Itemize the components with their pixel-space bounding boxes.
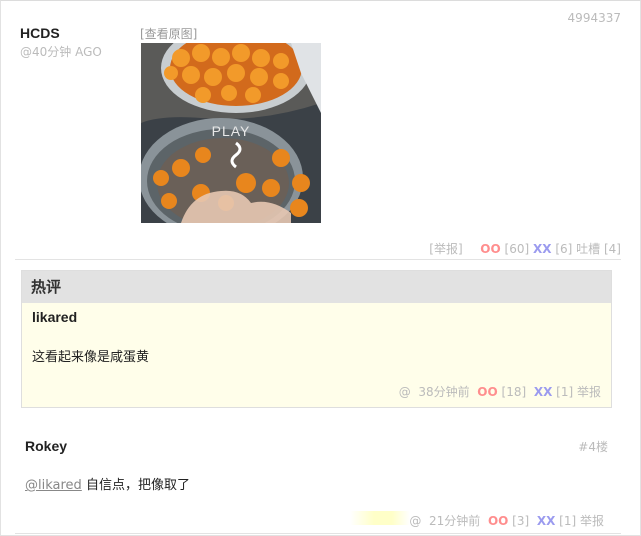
comment-user[interactable]: Rokey	[25, 438, 67, 454]
reply-at-button[interactable]: @	[409, 514, 421, 528]
comment-meta: @ 21分钟前 OO [3] XX [1] 举报	[409, 512, 604, 529]
oo-button[interactable]: OO	[480, 242, 500, 256]
xx-button[interactable]: XX	[534, 385, 553, 399]
oo-button[interactable]: OO	[488, 514, 508, 528]
comment-floor[interactable]: #4楼	[578, 438, 608, 455]
divider	[15, 533, 621, 534]
comment-time: 21分钟前	[429, 514, 481, 528]
gif-image[interactable]: PLAY	[141, 43, 321, 223]
hot-comment-user[interactable]: likared	[32, 309, 77, 325]
comment-text: @likared 自信点，把像取了	[25, 474, 190, 493]
post-time: @40分钟 AGO	[20, 45, 102, 59]
xx-count: [1]	[556, 385, 574, 399]
tucao-link[interactable]: 吐槽 [4]	[576, 242, 621, 256]
oo-button[interactable]: OO	[477, 385, 497, 399]
highlight-decoration	[350, 511, 410, 525]
comment-body: 自信点，把像取了	[81, 478, 190, 493]
xx-count: [6]	[555, 242, 573, 256]
mention-link[interactable]: @likared	[25, 478, 82, 493]
view-original-link[interactable]: [查看原图]	[140, 25, 197, 42]
reply-at-button[interactable]: @	[399, 385, 411, 399]
divider	[15, 259, 621, 260]
report-button[interactable]: 举报	[580, 514, 604, 528]
post-id[interactable]: 4994337	[568, 11, 621, 25]
post-author[interactable]: HCDS	[20, 25, 60, 41]
hot-comment-box: 热评 likared 这看起来像是咸蛋黄 @ 38分钟前 OO [18] XX …	[21, 270, 612, 408]
xx-button[interactable]: XX	[533, 242, 552, 256]
xx-count: [1]	[559, 514, 577, 528]
play-label: PLAY	[211, 123, 251, 139]
post-actions: [举报] OO [60] XX [6] 吐槽 [4]	[429, 240, 621, 257]
hot-comment-time: 38分钟前	[418, 385, 470, 399]
hot-comment-meta: @ 38分钟前 OO [18] XX [1] 举报	[399, 383, 601, 400]
oo-count: [3]	[512, 514, 530, 528]
report-button[interactable]: [举报]	[429, 242, 462, 256]
hot-comment-title: 热评	[22, 271, 611, 303]
oo-count: [60]	[504, 242, 530, 256]
report-button[interactable]: 举报	[577, 385, 601, 399]
oo-count: [18]	[501, 385, 527, 399]
xx-button[interactable]: XX	[537, 514, 556, 528]
hot-comment-text: 这看起来像是咸蛋黄	[32, 350, 150, 365]
